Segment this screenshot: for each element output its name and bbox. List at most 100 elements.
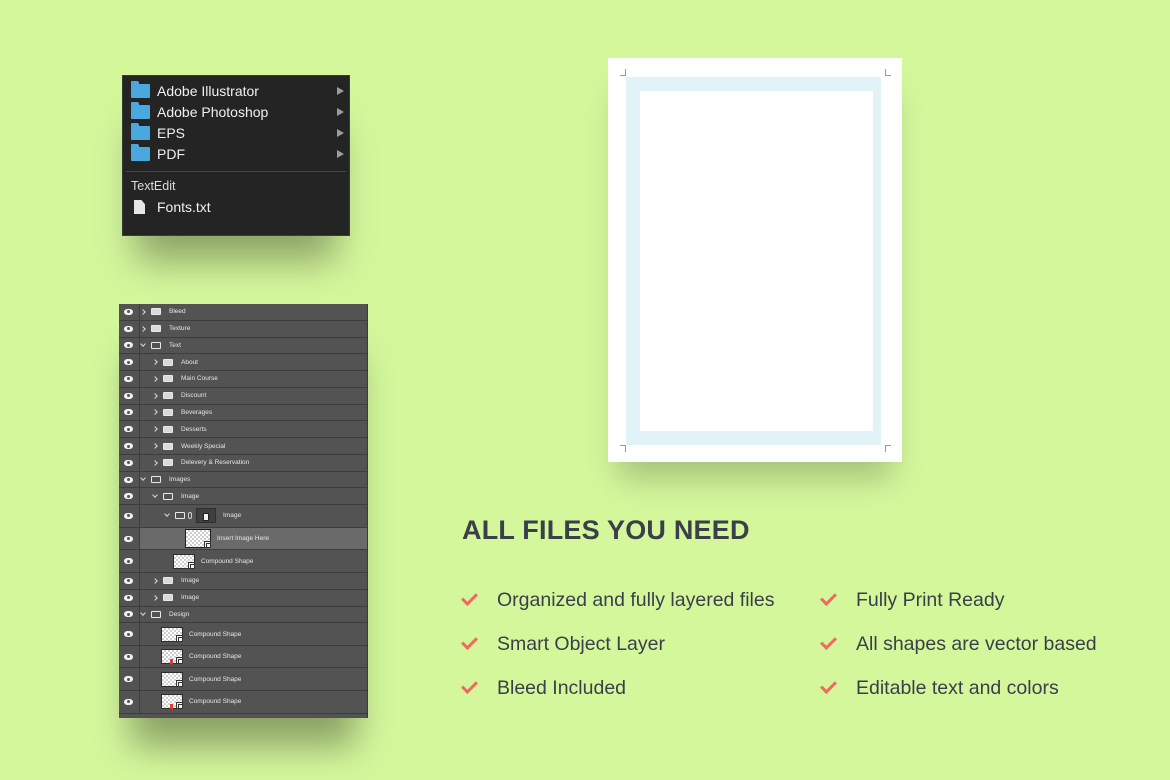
visibility-toggle[interactable] <box>119 691 140 713</box>
visibility-toggle[interactable] <box>119 589 140 606</box>
layer-label: Insert Image Here <box>217 535 270 543</box>
layer-row[interactable]: Texture <box>119 320 367 338</box>
visibility-toggle[interactable] <box>119 550 140 572</box>
safe-area <box>640 91 873 431</box>
features-title: ALL FILES YOU NEED <box>462 515 750 545</box>
visibility-toggle[interactable] <box>119 668 140 691</box>
visibility-toggle[interactable] <box>119 354 140 371</box>
folder-icon <box>163 425 173 433</box>
feature-item: Fully Print Ready <box>820 587 1004 613</box>
folder-item-adobe-illustrator[interactable]: Adobe Illustrator <box>123 80 349 101</box>
layer-row[interactable]: Delevery & Reservation <box>119 454 367 472</box>
chevron-right-icon[interactable] <box>152 594 158 601</box>
visibility-toggle[interactable] <box>119 421 140 438</box>
layer-row[interactable]: Compound Shape <box>119 645 367 669</box>
layer-row[interactable]: About <box>119 354 367 372</box>
layer-row[interactable]: Image <box>119 589 367 607</box>
visibility-toggle[interactable] <box>119 371 140 387</box>
visibility-toggle[interactable] <box>119 606 140 623</box>
folder-icon <box>163 392 173 400</box>
eye-icon <box>124 308 133 315</box>
layer-row[interactable]: Compound Shape <box>119 691 367 714</box>
crop-mark-bottom-left-v <box>625 446 626 452</box>
eye-icon <box>124 577 133 584</box>
layer-content: Weekly Special <box>152 438 225 454</box>
folder-icon <box>151 341 161 349</box>
layer-row[interactable]: Main Course <box>119 371 367 388</box>
folder-icon <box>131 101 150 119</box>
visibility-toggle[interactable] <box>119 572 140 589</box>
visibility-toggle[interactable] <box>119 623 140 645</box>
visibility-toggle[interactable] <box>119 320 140 337</box>
layer-row[interactable]: Weekly Special <box>119 438 367 455</box>
eye-icon <box>124 392 133 399</box>
folder-icon <box>151 325 161 333</box>
folder-icon <box>131 122 150 140</box>
visibility-toggle[interactable] <box>119 454 140 471</box>
layer-label: Compound Shape <box>189 653 242 661</box>
folder-icon <box>163 577 173 585</box>
submenu-arrow-icon <box>337 150 344 158</box>
vector-shape-icon <box>176 702 183 710</box>
layer-row[interactable]: Beverages <box>119 404 367 422</box>
layer-row[interactable]: Insert Image Here <box>119 527 367 551</box>
document-icon <box>134 200 145 214</box>
chevron-down-icon[interactable] <box>152 491 158 498</box>
layer-row[interactable]: Desserts <box>119 421 367 439</box>
layer-row[interactable]: Compound Shape <box>119 623 367 646</box>
visibility-toggle[interactable] <box>119 645 140 668</box>
layer-row[interactable]: Bleed <box>119 304 367 321</box>
chevron-down-icon[interactable] <box>140 341 146 347</box>
folder-icon <box>151 476 161 484</box>
chevron-right-icon[interactable] <box>152 426 158 433</box>
layer-row[interactable]: Text <box>119 337 367 355</box>
chevron-right-icon[interactable] <box>152 376 158 382</box>
folder-item-eps[interactable]: EPS <box>123 122 349 143</box>
folder-label: Adobe Photoshop <box>157 103 269 120</box>
file-item-fonts[interactable]: Fonts.txt <box>123 194 349 220</box>
visibility-toggle[interactable] <box>119 404 140 421</box>
visibility-toggle[interactable] <box>119 387 140 404</box>
folder-icon <box>163 442 173 450</box>
visibility-toggle[interactable] <box>119 304 140 320</box>
layer-row[interactable]: Image <box>119 488 367 506</box>
chevron-right-icon[interactable] <box>140 309 146 315</box>
layer-row[interactable]: Image <box>119 572 367 590</box>
chevron-right-icon[interactable] <box>140 325 146 332</box>
layer-content: Text <box>140 338 181 354</box>
layer-row[interactable]: Design <box>119 606 367 624</box>
chevron-down-icon[interactable] <box>140 475 146 481</box>
layer-row[interactable]: Images <box>119 471 367 489</box>
link-icon <box>188 512 192 520</box>
eye-icon <box>124 325 133 332</box>
visibility-toggle[interactable] <box>119 337 140 354</box>
feature-label: Bleed Included <box>497 676 627 699</box>
layer-label: Beverages <box>181 408 213 416</box>
chevron-down-icon[interactable] <box>164 511 170 518</box>
layer-row[interactable]: Discount <box>119 387 367 405</box>
chevron-right-icon[interactable] <box>152 409 158 416</box>
layers-panel: Bleed Texture Text About Main Course Discount… <box>119 304 368 718</box>
visibility-toggle[interactable] <box>119 505 140 527</box>
folder-item-adobe-photoshop[interactable]: Adobe Photoshop <box>123 101 349 122</box>
check-icon <box>820 589 837 606</box>
layer-label: Bleed <box>169 308 186 316</box>
layer-row[interactable]: Image <box>119 505 367 528</box>
folder-icon <box>131 143 150 161</box>
chevron-down-icon[interactable] <box>140 610 146 616</box>
folder-item-pdf[interactable]: PDF <box>123 143 349 164</box>
chevron-right-icon[interactable] <box>152 459 158 466</box>
chevron-right-icon[interactable] <box>152 392 158 399</box>
chevron-right-icon[interactable] <box>152 359 158 366</box>
feature-label: All shapes are vector based <box>856 632 1097 655</box>
visibility-toggle[interactable] <box>119 471 140 488</box>
chevron-right-icon[interactable] <box>152 578 158 584</box>
visibility-toggle[interactable] <box>119 527 140 550</box>
visibility-toggle[interactable] <box>119 438 140 454</box>
visibility-toggle[interactable] <box>119 488 140 505</box>
layer-row[interactable]: Compound Shape <box>119 550 367 573</box>
layer-row[interactable]: Compound Shape <box>119 668 367 692</box>
chevron-right-icon[interactable] <box>152 443 158 449</box>
layer-label: Compound Shape <box>189 630 242 638</box>
layer-label: Image <box>181 594 200 602</box>
